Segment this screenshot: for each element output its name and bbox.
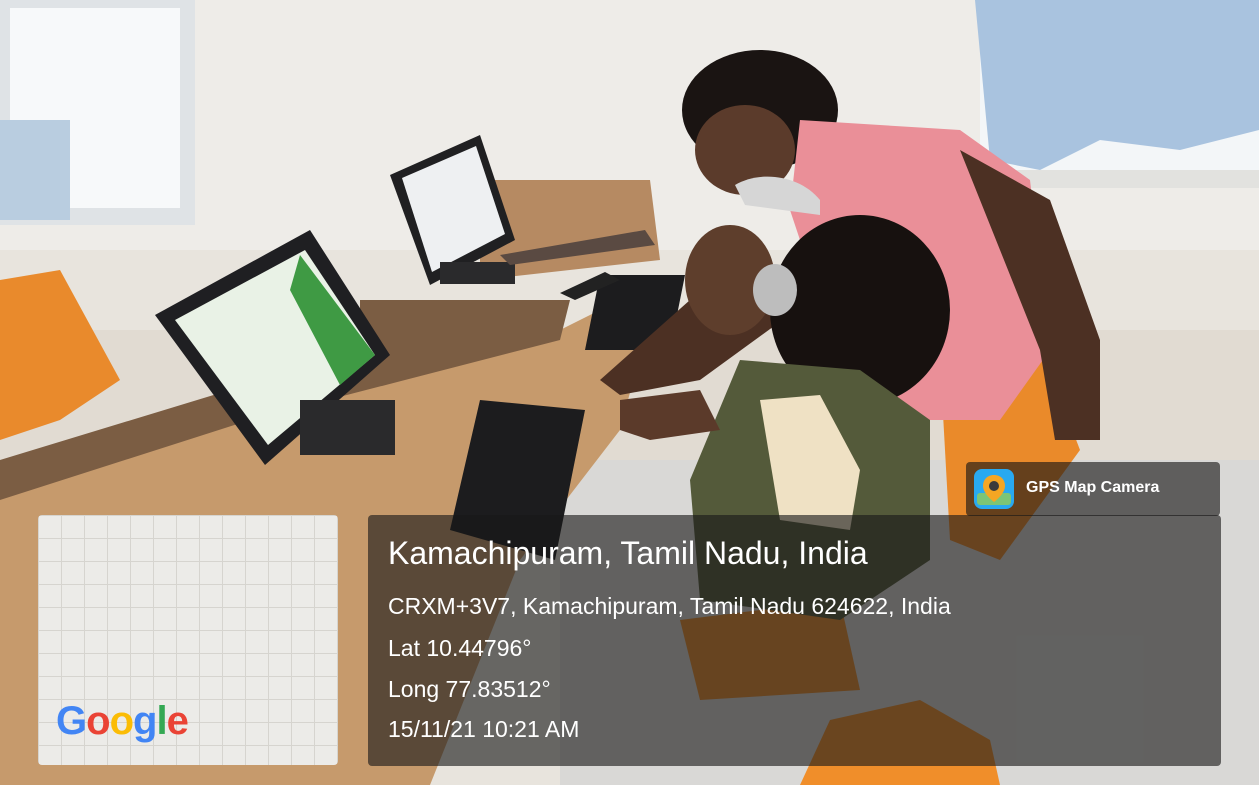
app-badge: GPS Map Camera — [966, 462, 1220, 516]
app-name: GPS Map Camera — [1026, 479, 1160, 496]
address-line: CRXM+3V7, Kamachipuram, Tamil Nadu 62462… — [388, 593, 951, 619]
location-info-panel: Kamachipuram, Tamil Nadu, India CRXM+3V7… — [368, 515, 1221, 766]
place-title: Kamachipuram, Tamil Nadu, India — [388, 535, 868, 571]
latitude: Lat 10.44796° — [388, 635, 532, 661]
right-window — [975, 0, 1259, 188]
left-window — [0, 0, 195, 225]
map-pin-icon — [974, 469, 1014, 509]
map-thumbnail: Google — [38, 515, 338, 765]
timestamp: 15/11/21 10:21 AM — [388, 716, 580, 742]
longitude: Long 77.83512° — [388, 676, 551, 702]
google-logo: Google — [56, 699, 189, 743]
